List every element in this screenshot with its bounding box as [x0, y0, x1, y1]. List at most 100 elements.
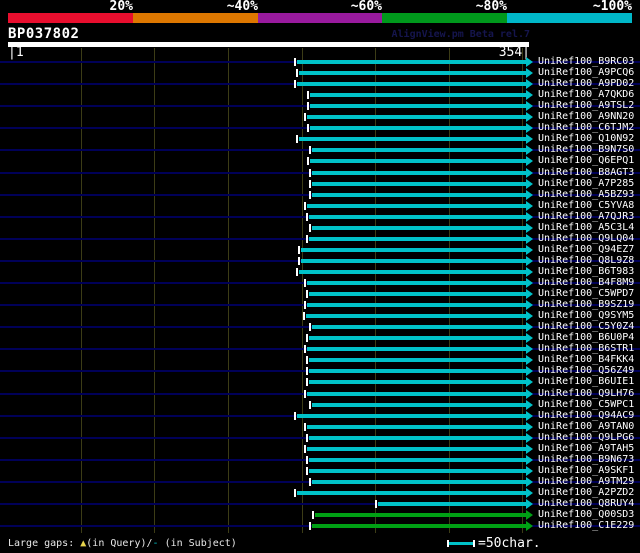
hit-bar[interactable] [310, 104, 526, 108]
hit-bar[interactable] [309, 458, 526, 462]
hit-label[interactable]: UniRef100_Q9LQ04 [538, 233, 634, 244]
hit-bar[interactable] [299, 137, 526, 141]
hit-bar[interactable] [301, 248, 526, 252]
hit-bar[interactable] [309, 380, 526, 384]
hit-label[interactable]: UniRef100_B6STR1 [538, 343, 634, 354]
hit-label[interactable]: UniRef100_Q10N92 [538, 133, 634, 144]
hit-label[interactable]: UniRef100_A9PD02 [538, 78, 634, 89]
hit-label[interactable]: UniRef100_Q9LH76 [538, 388, 634, 399]
hit-label[interactable]: UniRef100_A7P285 [538, 178, 634, 189]
hit-bar[interactable] [312, 182, 526, 186]
hit-label[interactable]: UniRef100_A7QJR3 [538, 211, 634, 222]
hit-label[interactable]: UniRef100_B6T983 [538, 266, 634, 277]
hit-bar[interactable] [312, 403, 526, 407]
hit-bar[interactable] [309, 469, 526, 473]
query-id: BP037802 [8, 26, 80, 42]
hit-bar[interactable] [378, 502, 526, 506]
hit-bar[interactable] [299, 270, 526, 274]
hit-label[interactable]: UniRef100_A5C3L4 [538, 222, 634, 233]
hit-bar[interactable] [301, 259, 526, 263]
hit-bar-arrowhead-icon [526, 289, 533, 299]
hit-label[interactable]: UniRef100_A9TAH5 [538, 443, 634, 454]
hit-bar[interactable] [312, 193, 526, 197]
hit-bar[interactable] [297, 82, 526, 86]
hit-label[interactable]: UniRef100_C5YVA8 [538, 200, 634, 211]
hit-bar[interactable] [297, 414, 526, 418]
hit-bar[interactable] [310, 126, 526, 130]
hit-bar[interactable] [307, 204, 526, 208]
hit-label[interactable]: UniRef100_B8AGT3 [538, 167, 634, 178]
hit-bar-arrowhead-icon [526, 422, 533, 432]
alignment-start-tick [294, 412, 296, 420]
hit-bar[interactable] [307, 303, 526, 307]
hit-label[interactable]: UniRef100_A2PZD2 [538, 487, 634, 498]
hit-bar[interactable] [307, 347, 526, 351]
hit-bar[interactable] [310, 93, 526, 97]
hit-label[interactable]: UniRef100_A9SKF1 [538, 465, 634, 476]
hit-label[interactable]: UniRef100_C5Y0Z4 [538, 321, 634, 332]
hit-bar[interactable] [310, 159, 526, 163]
hit-bar-arrowhead-icon [526, 411, 533, 421]
hit-label[interactable]: UniRef100_Q9LPG6 [538, 432, 634, 443]
hit-bar[interactable] [307, 281, 526, 285]
hit-bar[interactable] [309, 215, 526, 219]
hit-bar[interactable] [309, 436, 526, 440]
hit-label[interactable]: UniRef100_A9TAN0 [538, 421, 634, 432]
hit-label[interactable]: UniRef100_C5WPD7 [538, 288, 634, 299]
hit-label[interactable]: UniRef100_Q56Z49 [538, 365, 634, 376]
hit-label[interactable]: UniRef100_B9RC03 [538, 56, 634, 67]
hit-bar[interactable] [312, 325, 526, 329]
hit-label[interactable]: UniRef100_B6U0P4 [538, 332, 634, 343]
gaps-legend: Large gaps: ▲(in Query)/- (in Subject) [8, 537, 237, 551]
hit-label[interactable]: UniRef100_A7QKD6 [538, 89, 634, 100]
hit-label[interactable]: UniRef100_Q8L9Z8 [538, 255, 634, 266]
hit-bar[interactable] [297, 491, 526, 495]
hit-bar[interactable] [312, 480, 526, 484]
hit-label[interactable]: UniRef100_B9N7S0 [538, 144, 634, 155]
hit-label[interactable]: UniRef100_A9NN20 [538, 111, 634, 122]
alignment-start-tick [306, 367, 308, 375]
hit-bar[interactable] [312, 148, 526, 152]
hit-bar-arrowhead-icon [526, 510, 533, 520]
hit-label[interactable]: UniRef100_B9N673 [538, 454, 634, 465]
alignment-start-tick [298, 246, 300, 254]
hit-label[interactable]: UniRef100_C5WPC1 [538, 399, 634, 410]
hit-bar[interactable] [309, 237, 526, 241]
hit-label[interactable]: UniRef100_B6UIE1 [538, 376, 634, 387]
hit-label[interactable]: UniRef100_C1E229 [538, 520, 634, 531]
hit-label[interactable]: UniRef100_A5BZ93 [538, 189, 634, 200]
hit-bar[interactable] [309, 358, 526, 362]
hit-bar[interactable] [307, 447, 526, 451]
hit-bar[interactable] [312, 524, 526, 528]
hit-label[interactable]: UniRef100_A9TM29 [538, 476, 634, 487]
alignment-start-tick [309, 191, 311, 199]
hit-bar[interactable] [309, 292, 526, 296]
alignment-start-tick [307, 102, 309, 110]
hit-bar[interactable] [307, 425, 526, 429]
hit-bar[interactable] [299, 71, 526, 75]
hit-bar[interactable] [309, 336, 526, 340]
hit-label[interactable]: UniRef100_C6TJM2 [538, 122, 634, 133]
hit-bar[interactable] [307, 392, 526, 396]
hit-bar[interactable] [315, 513, 526, 517]
hit-label[interactable]: UniRef100_Q94AC9 [538, 410, 634, 421]
hit-label[interactable]: UniRef100_Q94EZ7 [538, 244, 634, 255]
hit-label[interactable]: UniRef100_Q9SYM5 [538, 310, 634, 321]
hit-label[interactable]: UniRef100_Q6EPQ1 [538, 155, 634, 166]
alignment-start-tick [306, 213, 308, 221]
hit-bar[interactable] [307, 115, 526, 119]
hit-bar-arrowhead-icon [526, 400, 533, 410]
hit-label[interactable]: UniRef100_Q8RUY4 [538, 498, 634, 509]
hit-bar[interactable] [306, 314, 526, 318]
hit-label[interactable]: UniRef100_B4F8M9 [538, 277, 634, 288]
hit-label[interactable]: UniRef100_Q00SD3 [538, 509, 634, 520]
hit-bar[interactable] [297, 60, 526, 64]
hit-bar[interactable] [309, 369, 526, 373]
alignment-start-tick [306, 356, 308, 364]
hit-label[interactable]: UniRef100_A9TSL2 [538, 100, 634, 111]
hit-bar[interactable] [312, 226, 526, 230]
hit-bar[interactable] [312, 171, 526, 175]
hit-label[interactable]: UniRef100_A9PCQ6 [538, 67, 634, 78]
hit-label[interactable]: UniRef100_B4FKK4 [538, 354, 634, 365]
hit-label[interactable]: UniRef100_B9SZ19 [538, 299, 634, 310]
